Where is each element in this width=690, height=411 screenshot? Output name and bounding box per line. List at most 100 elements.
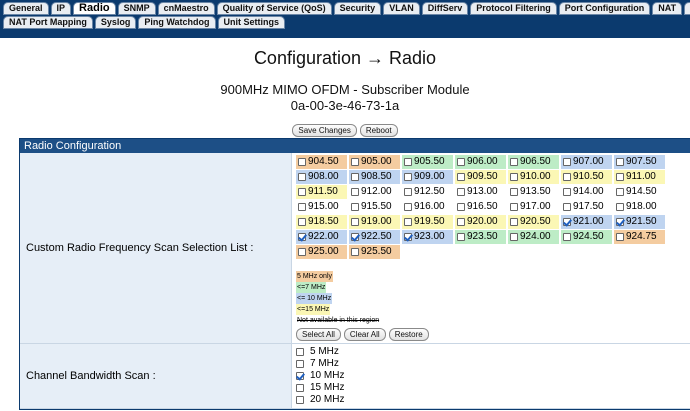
frequency-option[interactable]: 924.00 bbox=[508, 230, 559, 244]
frequency-checkbox[interactable] bbox=[616, 203, 624, 211]
frequency-checkbox[interactable] bbox=[298, 203, 306, 211]
frequency-checkbox[interactable] bbox=[616, 173, 624, 181]
frequency-option[interactable]: 905.00 bbox=[349, 155, 400, 169]
frequency-checkbox[interactable] bbox=[404, 203, 412, 211]
tab-snmp[interactable]: SNMP bbox=[117, 2, 156, 15]
frequency-checkbox[interactable] bbox=[510, 203, 518, 211]
bandwidth-option[interactable]: 5 MHz bbox=[296, 346, 344, 358]
frequency-checkbox[interactable] bbox=[563, 218, 571, 226]
tab-nat[interactable]: NAT bbox=[652, 2, 683, 15]
frequency-checkbox[interactable] bbox=[351, 188, 359, 196]
frequency-option[interactable]: 925.50 bbox=[349, 245, 400, 259]
frequency-checkbox[interactable] bbox=[404, 233, 412, 241]
frequency-option[interactable]: 914.00 bbox=[561, 185, 612, 199]
frequency-checkbox[interactable] bbox=[616, 158, 624, 166]
tab-pp[interactable]: PP bbox=[684, 2, 690, 15]
frequency-option[interactable]: 917.50 bbox=[561, 200, 612, 214]
frequency-checkbox[interactable] bbox=[563, 203, 571, 211]
frequency-option[interactable]: 911.00 bbox=[614, 170, 665, 184]
tab-quality-of-service-qos[interactable]: Quality of Service (QoS) bbox=[216, 2, 332, 15]
frequency-checkbox[interactable] bbox=[298, 158, 306, 166]
frequency-checkbox[interactable] bbox=[510, 233, 518, 241]
frequency-checkbox[interactable] bbox=[616, 188, 624, 196]
frequency-option[interactable]: 906.00 bbox=[455, 155, 506, 169]
frequency-checkbox[interactable] bbox=[457, 173, 465, 181]
bandwidth-checkbox[interactable] bbox=[296, 384, 304, 392]
frequency-checkbox[interactable] bbox=[298, 233, 306, 241]
frequency-checkbox[interactable] bbox=[351, 173, 359, 181]
frequency-option[interactable]: 919.00 bbox=[349, 215, 400, 229]
frequency-checkbox[interactable] bbox=[616, 233, 624, 241]
frequency-option[interactable]: 913.00 bbox=[455, 185, 506, 199]
frequency-checkbox[interactable] bbox=[510, 158, 518, 166]
frequency-option[interactable]: 920.00 bbox=[455, 215, 506, 229]
frequency-option[interactable]: 922.50 bbox=[349, 230, 400, 244]
frequency-option[interactable]: 923.50 bbox=[455, 230, 506, 244]
tab-radio[interactable]: Radio bbox=[73, 2, 116, 15]
frequency-option[interactable]: 904.50 bbox=[296, 155, 347, 169]
tab-ping-watchdog[interactable]: Ping Watchdog bbox=[138, 16, 216, 29]
frequency-option[interactable]: 918.00 bbox=[614, 200, 665, 214]
tab-diffserv[interactable]: DiffServ bbox=[421, 2, 469, 15]
frequency-option[interactable]: 905.50 bbox=[402, 155, 453, 169]
frequency-checkbox[interactable] bbox=[510, 218, 518, 226]
frequency-checkbox[interactable] bbox=[351, 203, 359, 211]
save-changes-button[interactable]: Save Changes bbox=[292, 124, 357, 137]
bandwidth-checkbox[interactable] bbox=[296, 372, 304, 380]
bandwidth-checkbox[interactable] bbox=[296, 396, 304, 404]
frequency-option[interactable]: 907.50 bbox=[614, 155, 665, 169]
bandwidth-option[interactable]: 20 MHz bbox=[296, 394, 344, 406]
frequency-option[interactable]: 916.50 bbox=[455, 200, 506, 214]
select-all-button[interactable]: Select All bbox=[296, 328, 341, 341]
frequency-checkbox[interactable] bbox=[457, 218, 465, 226]
tab-port-configuration[interactable]: Port Configuration bbox=[558, 2, 651, 15]
frequency-option[interactable]: 912.50 bbox=[402, 185, 453, 199]
frequency-checkbox[interactable] bbox=[298, 248, 306, 256]
frequency-checkbox[interactable] bbox=[351, 158, 359, 166]
frequency-option[interactable]: 919.50 bbox=[402, 215, 453, 229]
bandwidth-option[interactable]: 7 MHz bbox=[296, 358, 344, 370]
frequency-checkbox[interactable] bbox=[563, 188, 571, 196]
bandwidth-checkbox[interactable] bbox=[296, 348, 304, 356]
frequency-option[interactable]: 909.50 bbox=[455, 170, 506, 184]
tab-vlan[interactable]: VLAN bbox=[383, 2, 420, 15]
restore-button[interactable]: Restore bbox=[388, 328, 429, 341]
frequency-checkbox[interactable] bbox=[563, 173, 571, 181]
frequency-option[interactable]: 925.00 bbox=[296, 245, 347, 259]
frequency-option[interactable]: 908.50 bbox=[349, 170, 400, 184]
frequency-option[interactable]: 914.50 bbox=[614, 185, 665, 199]
frequency-checkbox[interactable] bbox=[298, 188, 306, 196]
frequency-option[interactable]: 915.00 bbox=[296, 200, 347, 214]
frequency-option[interactable]: 916.00 bbox=[402, 200, 453, 214]
frequency-checkbox[interactable] bbox=[404, 158, 412, 166]
frequency-checkbox[interactable] bbox=[351, 233, 359, 241]
frequency-option[interactable]: 922.00 bbox=[296, 230, 347, 244]
clear-all-button[interactable]: Clear All bbox=[343, 328, 386, 341]
frequency-option[interactable]: 923.00 bbox=[402, 230, 453, 244]
frequency-checkbox[interactable] bbox=[404, 173, 412, 181]
frequency-option[interactable]: 921.00 bbox=[561, 215, 612, 229]
frequency-option[interactable]: 915.50 bbox=[349, 200, 400, 214]
tab-ip[interactable]: IP bbox=[50, 2, 72, 15]
frequency-option[interactable]: 910.50 bbox=[561, 170, 612, 184]
frequency-option[interactable]: 924.50 bbox=[561, 230, 612, 244]
frequency-checkbox[interactable] bbox=[404, 188, 412, 196]
tab-nat-port-mapping[interactable]: NAT Port Mapping bbox=[3, 16, 93, 29]
frequency-checkbox[interactable] bbox=[616, 218, 624, 226]
frequency-checkbox[interactable] bbox=[510, 173, 518, 181]
frequency-checkbox[interactable] bbox=[510, 188, 518, 196]
frequency-checkbox[interactable] bbox=[563, 158, 571, 166]
tab-cnmaestro[interactable]: cnMaestro bbox=[157, 2, 215, 15]
frequency-option[interactable]: 910.00 bbox=[508, 170, 559, 184]
frequency-option[interactable]: 911.50 bbox=[296, 185, 347, 199]
bandwidth-option[interactable]: 10 MHz bbox=[296, 370, 344, 382]
frequency-checkbox[interactable] bbox=[457, 203, 465, 211]
frequency-option[interactable]: 912.00 bbox=[349, 185, 400, 199]
frequency-checkbox[interactable] bbox=[298, 218, 306, 226]
frequency-checkbox[interactable] bbox=[563, 233, 571, 241]
frequency-option[interactable]: 909.00 bbox=[402, 170, 453, 184]
frequency-option[interactable]: 924.75 bbox=[614, 230, 665, 244]
frequency-checkbox[interactable] bbox=[457, 158, 465, 166]
tab-syslog[interactable]: Syslog bbox=[94, 16, 137, 29]
tab-protocol-filtering[interactable]: Protocol Filtering bbox=[470, 2, 557, 15]
